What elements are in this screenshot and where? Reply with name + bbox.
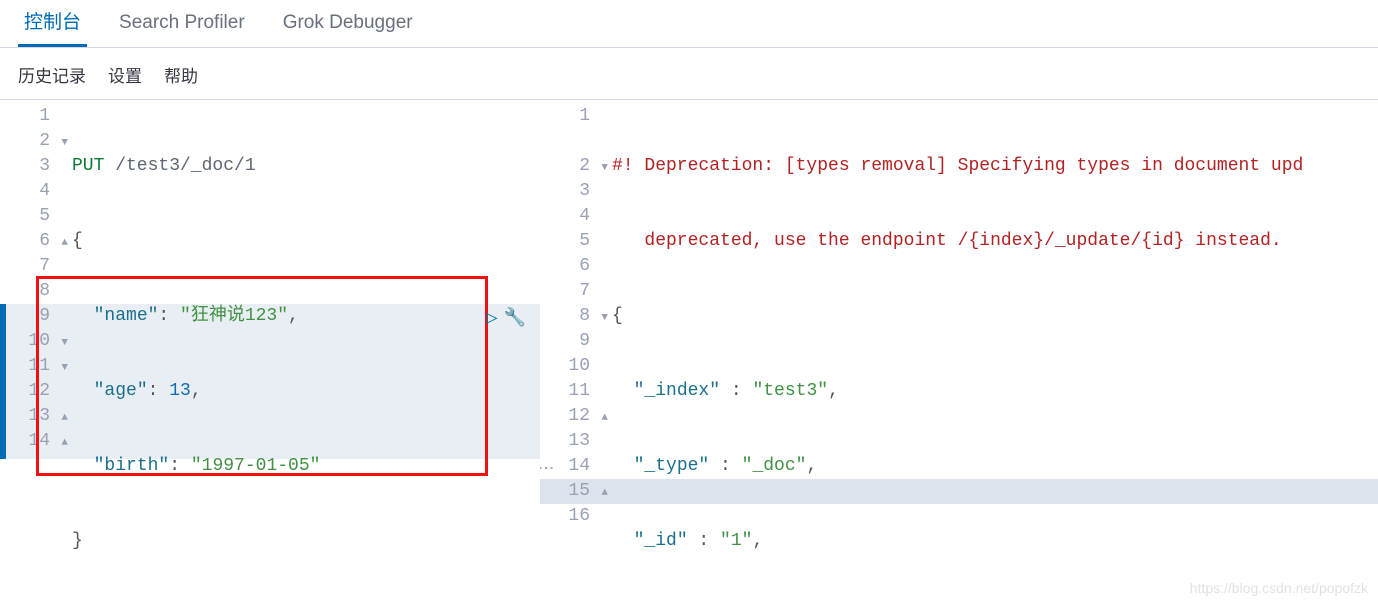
response-pane[interactable]: ⋮ 1 2▼ 3 4 5 6 7 8▼ 9 10 11 12▲ 13 14 15… — [540, 99, 1378, 599]
key-birth: "birth" — [94, 456, 170, 476]
deprecation-line-1: #! Deprecation: [types removal] Specifyi… — [612, 156, 1303, 176]
tab-search-profiler[interactable]: Search Profiler — [113, 0, 251, 47]
wrench-icon[interactable]: 🔧 — [504, 307, 526, 332]
resp-val-index: "test3" — [752, 381, 828, 401]
editor-panes: ▷ 🔧 1 2▼ 3 4 5 6▲ 7 8 9 10▼ 11▼ 12 13▲ 1… — [0, 99, 1378, 599]
key-age: "age" — [94, 381, 148, 401]
resp-brace-open: { — [612, 306, 623, 326]
val-age: 13 — [169, 381, 191, 401]
request-gutter: 1 2▼ 3 4 5 6▲ 7 8 9 10▼ 11▼ 12 13▲ 14▲ — [0, 100, 58, 599]
tab-grok-debugger[interactable]: Grok Debugger — [277, 0, 419, 47]
key-name-1: "name" — [94, 306, 159, 326]
method-put: PUT — [72, 156, 104, 176]
request-path-1: /test3/_doc/1 — [104, 156, 255, 176]
response-code[interactable]: #! Deprecation: [types removal] Specifyi… — [612, 100, 1378, 599]
history-link[interactable]: 历史记录 — [18, 62, 86, 87]
val-birth: "1997-01-05" — [191, 456, 321, 476]
settings-link[interactable]: 设置 — [108, 62, 142, 87]
resp-key-type: "_type" — [634, 456, 710, 476]
tab-console[interactable]: 控制台 — [18, 0, 87, 47]
tabs-bar: 控制台 Search Profiler Grok Debugger — [0, 0, 1378, 48]
resp-val-type: "_doc" — [742, 456, 807, 476]
val-name-1: "狂神说123" — [180, 306, 288, 326]
watermark-text: https://blog.csdn.net/popofzk — [1190, 580, 1368, 596]
console-toolbar: 历史记录 设置 帮助 — [0, 48, 1378, 99]
request-pane[interactable]: ▷ 🔧 1 2▼ 3 4 5 6▲ 7 8 9 10▼ 11▼ 12 13▲ 1… — [0, 99, 540, 599]
brace-open-1: { — [72, 231, 83, 251]
brace-close-1: } — [72, 531, 83, 551]
response-gutter: 1 2▼ 3 4 5 6 7 8▼ 9 10 11 12▲ 13 14 15▲ … — [540, 100, 598, 599]
request-code[interactable]: PUT /test3/_doc/1 { "name": "狂神说123", "a… — [72, 100, 540, 599]
deprecation-line-2: deprecated, use the endpoint /{index}/_u… — [644, 231, 1281, 251]
help-link[interactable]: 帮助 — [164, 62, 198, 87]
resp-val-id: "1" — [720, 531, 752, 551]
resp-key-id: "_id" — [634, 531, 688, 551]
play-icon[interactable]: ▷ — [487, 307, 498, 332]
resp-key-index: "_index" — [634, 381, 720, 401]
